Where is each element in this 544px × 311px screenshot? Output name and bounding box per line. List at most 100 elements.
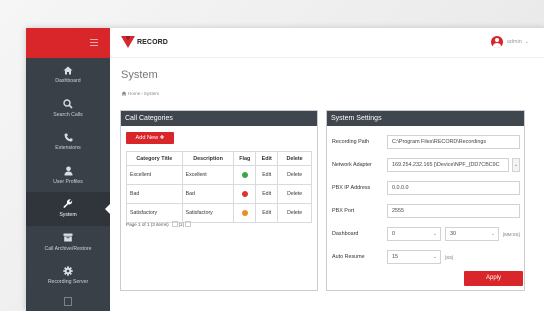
sidebar-item-extensions[interactable]: Extensions [26, 125, 110, 159]
archive-icon [63, 233, 73, 243]
table-row: Excellent Excellent Edit Delete [126, 165, 312, 185]
apply-button[interactable]: Apply [464, 271, 523, 286]
chevron-down-icon: ⌄ [524, 39, 529, 45]
pbx-ip-label: PBX IP Address [332, 185, 371, 191]
pager: Page 1 of 1 (3 items) [1] [126, 221, 192, 227]
chevron-down-icon: ⌄ [432, 254, 437, 260]
user-menu[interactable]: admin ⌄ [490, 36, 529, 48]
breadcrumb-current: System [143, 91, 160, 96]
dashboard-label: Dashboard [332, 231, 359, 237]
pager-current[interactable]: [1] [179, 222, 184, 227]
auto-resume-label: Auto Resume [332, 254, 365, 260]
table-header-row: Category Title Description Flag Edit Del… [126, 151, 312, 166]
sidebar-item-recording-server[interactable]: Recording Server [26, 259, 110, 293]
page-title: System [121, 69, 158, 81]
menu-toggle-icon[interactable] [90, 39, 98, 46]
panel-title: System Settings [327, 111, 524, 126]
category-title: Excellent [126, 165, 183, 185]
chevron-down-icon: ⌄ [432, 231, 437, 237]
pager-prev-button[interactable] [171, 221, 178, 227]
top-bar: RECORD admin ⌄ [110, 28, 544, 58]
system-settings-panel: System Settings Recording Path C:\Progra… [326, 110, 525, 291]
user-icon [64, 166, 73, 176]
sidebar-item-label: Extensions [55, 145, 81, 152]
sidebar-item-label: Call Archive/Restore [44, 245, 92, 252]
logo-mark-icon [121, 36, 135, 48]
network-adapter-label: Network Adapter [332, 162, 372, 168]
recording-path-label: Recording Path [332, 139, 370, 145]
brand-logo[interactable]: RECORD [121, 36, 168, 48]
home-icon [121, 91, 127, 96]
wrench-icon [63, 199, 73, 209]
call-categories-panel: Call Categories Add New ✚ Category Title… [120, 110, 318, 291]
table-row: Bad Bad Edit Delete [126, 184, 312, 204]
column-header[interactable]: Delete [277, 151, 312, 166]
panel-title: Call Categories [121, 111, 317, 126]
user-name: admin [506, 39, 522, 45]
flag-icon [241, 209, 248, 216]
edit-link[interactable]: Edit [255, 165, 279, 185]
brand-name: RECORD [137, 38, 168, 46]
chevron-down-icon[interactable]: ⌄ [512, 158, 520, 172]
flag-cell [233, 184, 257, 204]
pbx-port-label: PBX Port [332, 208, 355, 214]
sidebar: Dashboard Search Calls Extensions User P… [26, 28, 110, 311]
gear-icon [63, 266, 73, 276]
category-description: Excellent [181, 165, 235, 185]
flag-icon [241, 190, 248, 197]
pager-next-button[interactable] [184, 221, 191, 227]
flag-cell [233, 203, 257, 223]
search-icon [63, 99, 73, 109]
column-header[interactable]: Description [181, 151, 235, 166]
sidebar-item-label: User Profiles [53, 178, 83, 185]
dashboard-minutes-select[interactable]: 0 ⌄ [387, 227, 441, 241]
sidebar-item-label: System [59, 212, 77, 219]
edit-link[interactable]: Edit [255, 203, 279, 223]
breadcrumb-separator-icon: › [141, 91, 143, 96]
delete-link[interactable]: Delete [277, 203, 312, 223]
document-icon [64, 296, 72, 306]
auto-resume-select[interactable]: 15 ⌄ [387, 250, 441, 264]
category-title: Satisfactory [126, 203, 183, 223]
recording-path-field[interactable]: C:\Program Files\RECORD\Recordings [387, 135, 520, 149]
sidebar-item-more[interactable] [26, 293, 110, 311]
flag-icon [241, 171, 248, 178]
edit-link[interactable]: Edit [255, 184, 279, 204]
sidebar-item-dashboard[interactable]: Dashboard [26, 58, 110, 92]
dashboard-unit: [MM:SS] [503, 232, 520, 237]
delete-link[interactable]: Delete [277, 165, 312, 185]
column-header[interactable]: Flag [233, 151, 257, 166]
avatar [490, 36, 503, 48]
add-category-button[interactable]: Add New ✚ [126, 132, 174, 144]
sidebar-item-user-profiles[interactable]: User Profiles [26, 159, 110, 193]
category-description: Satisfactory [181, 203, 235, 223]
chevron-down-icon: ⌄ [490, 231, 495, 237]
sidebar-item-call-archive[interactable]: Call Archive/Restore [26, 226, 110, 260]
delete-link[interactable]: Delete [277, 184, 312, 204]
dashboard-minutes-value: 0 [392, 231, 395, 237]
categories-table: Category Title Description Flag Edit Del… [126, 151, 312, 223]
sidebar-item-label: Recording Server [47, 279, 89, 286]
network-adapter-select[interactable]: 169.254.232.165 [\Device\NPF_{DD7CBC9C [387, 158, 509, 172]
category-title: Bad [126, 184, 183, 204]
sidebar-header [26, 28, 110, 58]
pbx-port-field[interactable]: 2555 [387, 204, 520, 218]
pager-text: Page 1 of 1 (3 items) [126, 221, 169, 227]
auto-resume-value: 15 [392, 254, 398, 260]
phone-icon [64, 132, 73, 142]
column-header[interactable]: Edit [255, 151, 279, 166]
sidebar-item-system[interactable]: System [26, 192, 110, 226]
pbx-ip-field[interactable]: 0.0.0.0 [387, 181, 520, 195]
home-icon [63, 65, 73, 75]
plus-icon: ✚ [159, 135, 165, 141]
sidebar-item-search-calls[interactable]: Search Calls [26, 92, 110, 126]
column-header[interactable]: Category Title [126, 151, 183, 166]
breadcrumb-home[interactable]: Home [128, 91, 140, 96]
add-button-label: Add New [135, 135, 159, 141]
category-description: Bad [181, 184, 235, 204]
sidebar-item-label: Search Calls [53, 111, 83, 118]
sidebar-item-label: Dashboard [55, 78, 81, 85]
table-row: Satisfactory Satisfactory Edit Delete [126, 203, 312, 223]
dashboard-seconds-select[interactable]: 30 ⌄ [445, 227, 499, 241]
auto-resume-unit: [SS] [445, 255, 454, 260]
